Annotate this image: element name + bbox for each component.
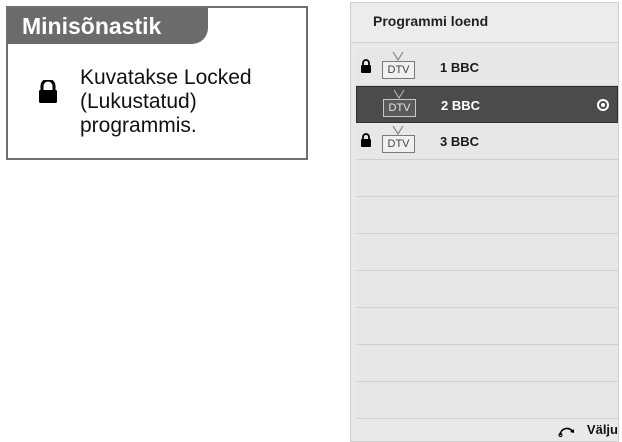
channel-name: 1 BBC: [440, 60, 480, 75]
lock-icon: [361, 59, 371, 73]
dtv-badge: DTV: [382, 61, 415, 79]
dtv-badge: DTV: [383, 99, 416, 117]
mini-glossary-title: Minisõnastik: [8, 8, 208, 44]
empty-channel-row: [356, 160, 618, 197]
mini-glossary-description: Kuvatakse Locked (Lukustatud) programmis…: [80, 66, 252, 137]
lock-icon: [39, 80, 57, 103]
empty-channel-row: [356, 197, 618, 234]
channel-name: 3 BBC: [440, 134, 480, 149]
exit-label[interactable]: Välju: [587, 422, 618, 437]
panel-title: Programmi loend: [373, 13, 489, 29]
channel-name: 2 BBC: [441, 98, 481, 113]
selected-radio-icon: [597, 99, 609, 111]
antenna-icon: [392, 125, 404, 135]
dtv-badge: DTV: [382, 135, 415, 153]
mini-glossary-box: Minisõnastik Kuvatakse Locked (Lukustatu…: [6, 6, 308, 160]
empty-channel-row: [356, 308, 618, 345]
channel-list: DTV 1 BBC DTV 2 BBC DTV 3 BBC: [356, 49, 618, 419]
antenna-icon: [393, 89, 405, 99]
antenna-icon: [392, 51, 404, 61]
lock-icon: [361, 133, 371, 147]
empty-channel-row: [356, 234, 618, 271]
channel-row[interactable]: DTV 2 BBC: [356, 86, 618, 123]
channel-row[interactable]: DTV 1 BBC: [356, 49, 618, 86]
panel-header: Programmi loend: [351, 3, 618, 43]
program-list-panel: Programmi loend DTV 1 BBC DTV 2 BBC DTV 3 BBC…: [350, 2, 619, 442]
panel-footer: Välju: [351, 421, 618, 441]
channel-row[interactable]: DTV 3 BBC: [356, 123, 618, 160]
empty-channel-row: [356, 382, 618, 419]
empty-channel-row: [356, 271, 618, 308]
back-arrow-icon[interactable]: [558, 425, 576, 437]
empty-channel-row: [356, 345, 618, 382]
